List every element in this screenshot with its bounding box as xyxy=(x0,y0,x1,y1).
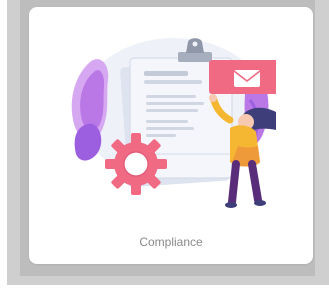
app-stage: Compliance xyxy=(0,0,329,295)
envelope-sign-icon xyxy=(209,60,276,94)
gear-icon xyxy=(105,133,167,195)
compliance-illustration-icon xyxy=(71,38,276,208)
card-label: Compliance xyxy=(139,235,203,249)
compliance-card[interactable]: Compliance xyxy=(29,7,313,264)
